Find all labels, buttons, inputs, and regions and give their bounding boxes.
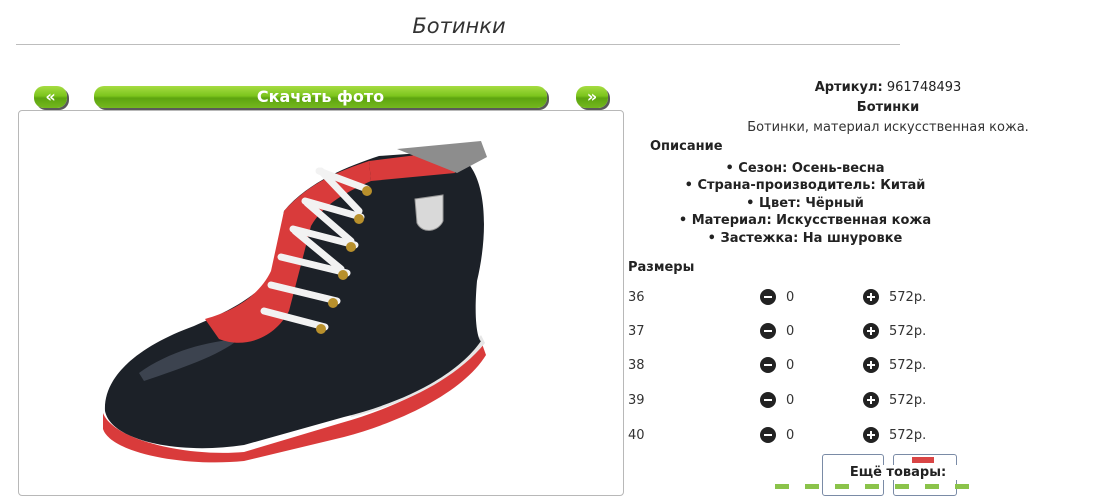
minus-icon[interactable] [760, 392, 776, 408]
quantity-value: 0 [786, 428, 795, 443]
minus-icon[interactable] [760, 427, 776, 443]
size-value: 36 [628, 290, 645, 305]
size-value: 39 [628, 393, 645, 408]
prev-photo-button[interactable]: « [34, 86, 67, 108]
plus-icon[interactable] [863, 427, 879, 443]
size-value: 38 [628, 358, 645, 373]
price-value: 572р. [889, 428, 927, 443]
quantity-value: 0 [786, 358, 795, 373]
sku-value: 961748493 [886, 80, 962, 95]
shoe-badge [414, 194, 444, 231]
price-value: 572р. [889, 358, 927, 373]
download-photo-button[interactable]: Скачать фото [94, 86, 547, 108]
size-value: 37 [628, 324, 645, 339]
minus-icon[interactable] [760, 323, 776, 339]
price-value: 572р. [889, 324, 927, 339]
price-value: 572р. [889, 290, 927, 305]
size-value: 40 [628, 428, 645, 443]
description-heading: Описание [650, 139, 723, 154]
price-value: 572р. [889, 393, 927, 408]
sku-line: Артикул: 961748493 [628, 80, 1113, 95]
plus-icon[interactable] [863, 323, 879, 339]
property-season: Сезон: Осень-весна [545, 160, 1065, 177]
product-properties: Сезон: Осень-весна Страна-производитель:… [545, 160, 1065, 247]
product-short-description: Ботинки, материал искусственная кожа. [747, 120, 1029, 135]
quantity-value: 0 [786, 324, 795, 339]
sizes-heading: Размеры [628, 260, 695, 275]
minus-icon[interactable] [760, 289, 776, 305]
quantity-value: 0 [786, 290, 795, 305]
property-material: Материал: Искусственная кожа [545, 212, 1065, 229]
more-products-links[interactable] [775, 484, 975, 489]
title-divider [16, 44, 900, 45]
sku-label: Артикул: [814, 80, 883, 95]
next-photo-button[interactable]: » [576, 86, 608, 108]
plus-icon[interactable] [863, 392, 879, 408]
quantity-value: 0 [786, 393, 795, 408]
product-photo[interactable] [18, 110, 624, 496]
property-country: Страна-производитель: Китай [545, 177, 1065, 194]
plus-icon[interactable] [863, 357, 879, 373]
property-fastener: Застежка: На шнуровке [545, 230, 1065, 247]
minus-icon[interactable] [760, 357, 776, 373]
shoe-image [103, 141, 487, 463]
property-color: Цвет: Чёрный [545, 195, 1065, 212]
plus-icon[interactable] [863, 289, 879, 305]
page-title: Ботинки [412, 14, 506, 38]
more-products-label: Ещё товары: [838, 465, 958, 480]
product-name: Ботинки [856, 100, 920, 115]
